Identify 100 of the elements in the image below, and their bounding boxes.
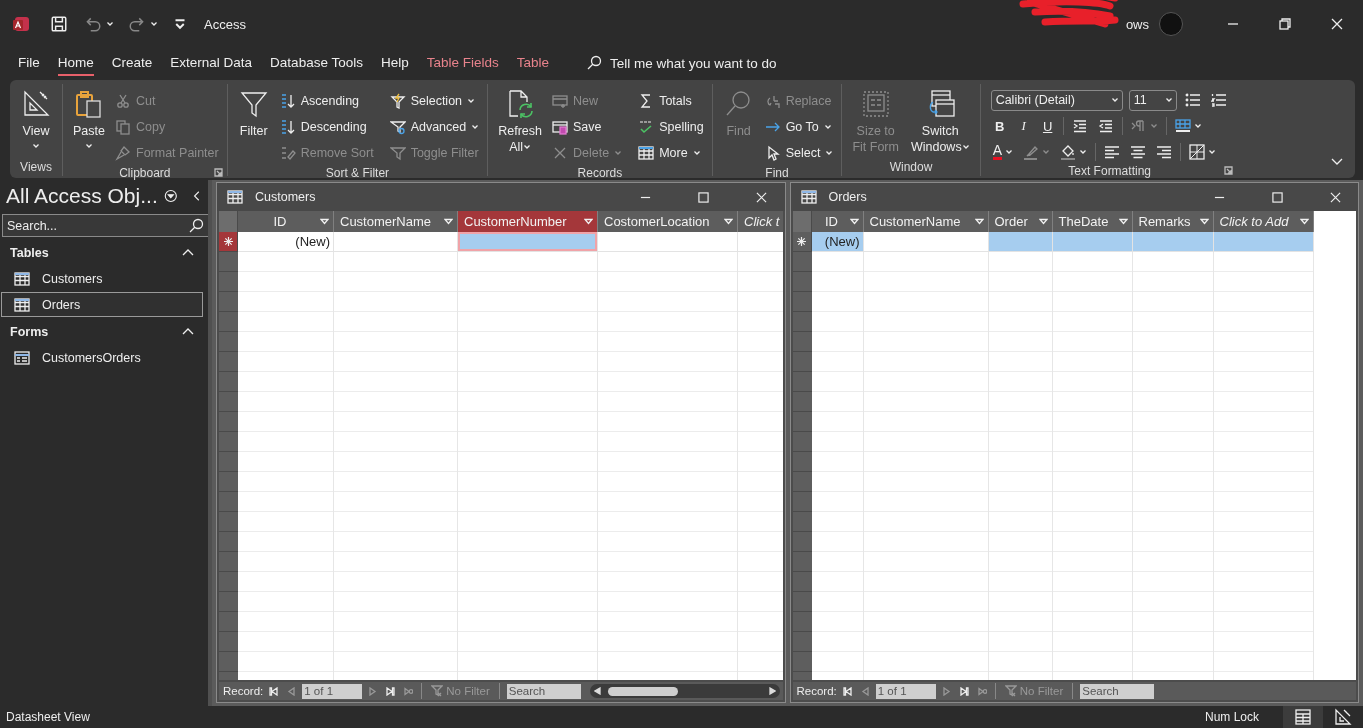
section-header[interactable]: Tables [0,239,208,265]
paste-button[interactable]: Paste [71,88,107,166]
italic-button[interactable]: I [1014,115,1033,137]
new-record-cell[interactable] [458,232,598,252]
dropdown-arrow-icon [849,217,859,226]
column-header[interactable]: Order [988,211,1053,232]
last-record-icon [959,686,969,696]
tell-me-field[interactable]: Tell me what you want to do [610,55,830,71]
restore-icon [1279,18,1291,30]
dropdown-arrow-icon [974,217,984,226]
alternate-row-color-button[interactable] [1187,141,1218,163]
column-header[interactable]: Click t [738,211,783,232]
descending-button[interactable]: Descending [279,114,374,140]
ribbon-tab[interactable]: Help [380,50,409,76]
advanced-button[interactable]: Advanced [389,114,480,140]
view-button[interactable] [1283,706,1323,728]
new-record-icon [977,686,987,696]
search-field[interactable]: Search [506,683,581,699]
navigation-item[interactable]: Customers [1,266,203,291]
view-button[interactable]: View [18,88,54,158]
column-header[interactable]: TheDate [1052,211,1133,232]
ribbon-tab[interactable]: External Data [170,50,253,76]
new-record-cell[interactable] [1213,232,1314,252]
search-field[interactable]: Search [1080,683,1155,699]
search-field[interactable]: Search... [2,214,209,237]
ribbon-tab[interactable]: Database Tools [270,50,363,76]
horizontal-scrollbar[interactable] [589,684,780,698]
table-icon [14,297,30,312]
replace-icon [764,93,781,109]
decrease-indent-icon [1097,118,1114,134]
go-to-button[interactable]: Go To [764,114,834,140]
caret-icon [1005,148,1013,156]
copy-icon [115,119,131,135]
caret-icon [1149,122,1158,130]
new-record-cell[interactable] [1052,232,1133,252]
sort-descending-icon [279,119,296,135]
lightning-funnel-icon [389,93,406,109]
dropdown-circle-icon [163,188,178,204]
row-selector[interactable] [219,232,238,252]
switch-windows-button[interactable]: Switch Windows [908,88,972,158]
ribbon-tab[interactable]: File [18,50,40,76]
alternate-row-color-icon [1189,144,1205,160]
window-title: Access [204,16,246,32]
ribbon-tab[interactable]: Home [57,50,94,76]
totals-button[interactable]: Totals [638,88,704,114]
last-record-icon [386,686,396,696]
new-record-cell[interactable] [1132,232,1214,252]
view-name: Datasheet View [6,710,90,724]
filter-button[interactable]: Filter [235,88,272,166]
column-header[interactable]: CustomerName [334,211,458,232]
ribbon-tab[interactable]: Table Fields [426,50,499,76]
next-record-icon [368,686,378,696]
fill-color-icon [1060,144,1076,160]
record-position-field[interactable]: 1 of 1 [875,683,936,699]
increase-indent-icon [1071,118,1088,134]
highlight-icon [1023,144,1039,160]
column-header[interactable]: Click to Add [1213,211,1314,232]
more-button[interactable]: More [638,140,704,166]
select-button[interactable]: Select [764,140,834,166]
search-icon [586,55,602,71]
ribbon-tab[interactable]: Table [516,50,549,76]
spelling-button[interactable]: Spelling [638,114,704,140]
record-position-field[interactable]: 1 of 1 [302,683,363,699]
numbering-icon [1210,92,1227,108]
column-header[interactable]: ID [238,211,334,232]
group-label: Find [765,166,789,180]
document-tab-title: Orders [828,190,867,204]
ascending-button[interactable]: Ascending [279,88,374,114]
caret-icon [1042,148,1050,156]
row-selector[interactable] [792,232,812,252]
caret-icon [1208,148,1216,156]
align-left-icon [1104,144,1120,160]
column-header[interactable]: CostomerLocation [598,211,738,232]
font-size-dropdown[interactable]: 11 [1128,89,1177,111]
navigation-item[interactable]: Orders [1,292,203,317]
column-header[interactable]: CustomerNumber [458,211,598,232]
new-record-icon [404,686,414,696]
font-name-dropdown[interactable]: Calibri (Detail) [990,89,1123,111]
datasheet-view-icon [1294,709,1312,725]
underline-button[interactable]: U [1038,115,1057,137]
column-header[interactable]: CustomerName [863,211,989,232]
bold-button[interactable]: B [990,115,1009,137]
section-header[interactable]: Forms [0,318,208,344]
align-center-icon [1130,144,1146,160]
caret-icon [1079,148,1087,156]
new-record-cell[interactable]: (New) [811,232,864,252]
navigation-item[interactable]: CustomersOrders [1,345,203,370]
refresh-all-button[interactable]: Refresh All [496,88,544,166]
font-color-button[interactable]: A [990,141,1015,163]
funnel-icon [389,145,406,161]
table-icon [14,271,30,286]
column-header[interactable]: ID [811,211,864,232]
save-button[interactable]: Save [552,114,623,140]
column-header[interactable]: Remarks [1132,211,1214,232]
new-record-cell[interactable] [988,232,1053,252]
redo-icon [128,15,146,33]
previous-record-icon [860,686,870,696]
ribbon-tab[interactable]: Create [111,50,153,76]
maximize-icon [1271,191,1283,203]
selection-button[interactable]: Selection [389,88,480,114]
